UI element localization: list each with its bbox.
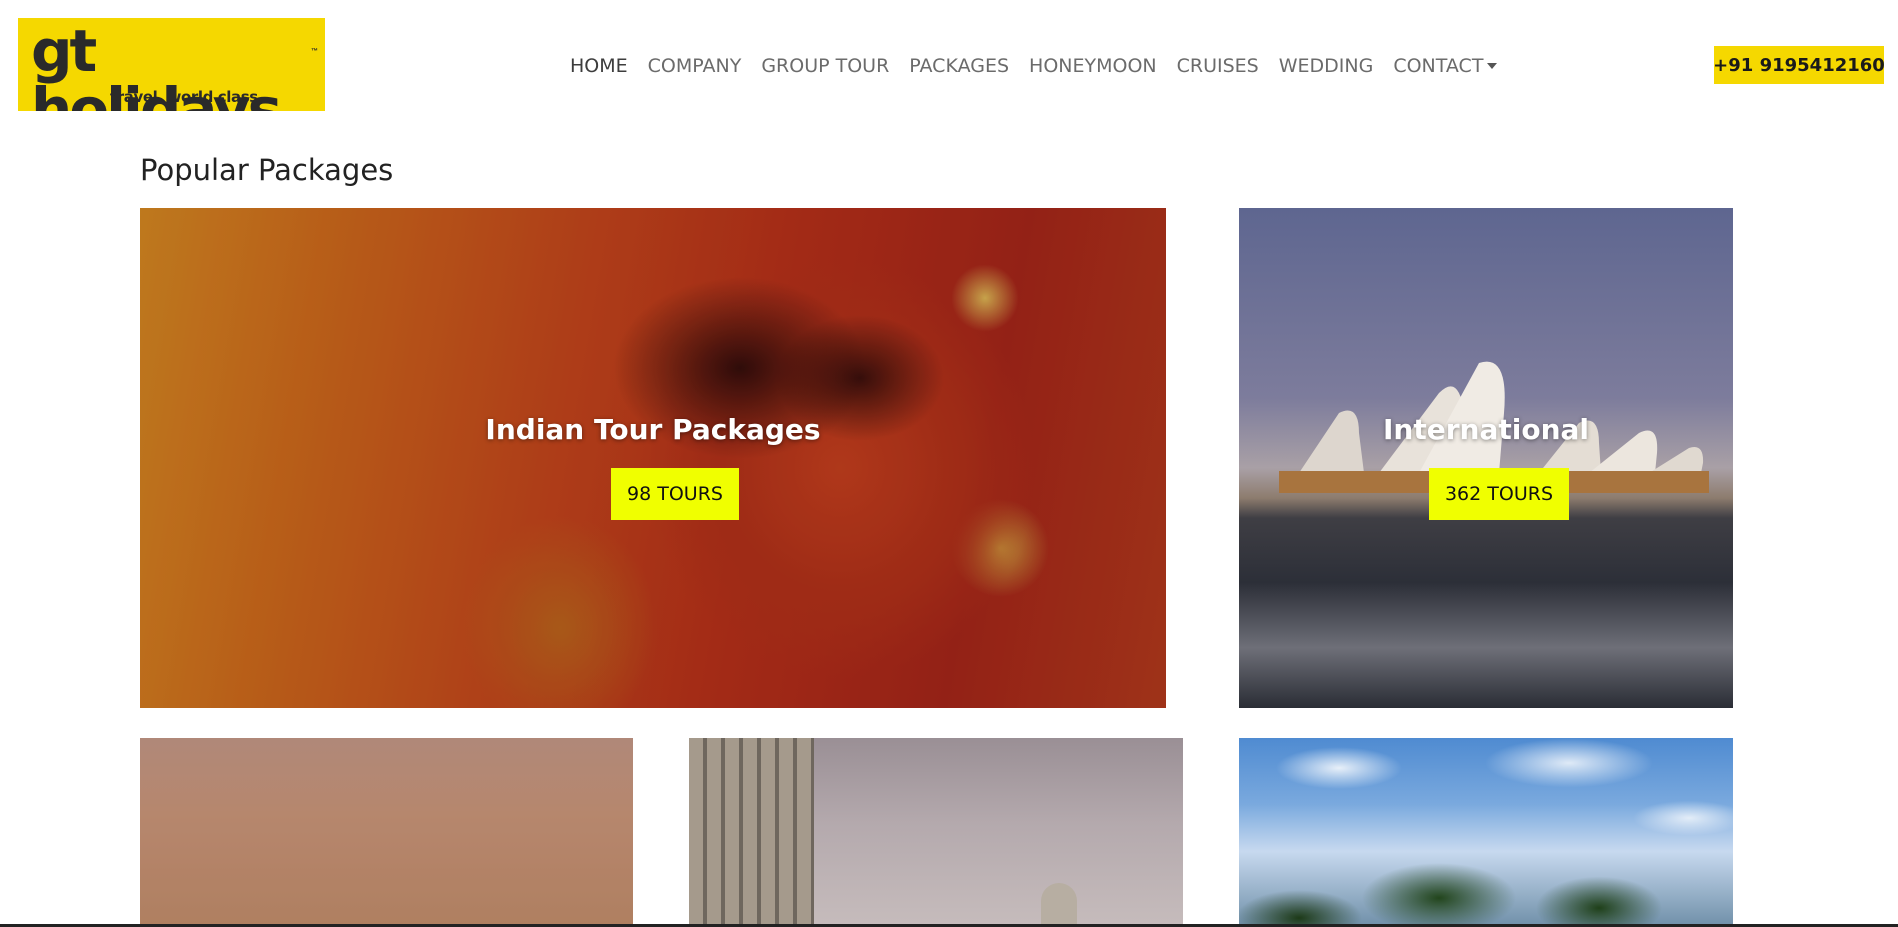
phone-number-button[interactable]: +91 9195412160 — [1713, 46, 1885, 84]
palm-trees-blue-sky-photo — [1239, 738, 1733, 848]
nav-contact-dropdown[interactable]: CONTACT — [1383, 55, 1507, 77]
package-card-beach[interactable] — [1239, 738, 1733, 927]
logo-trademark: ™ — [311, 48, 318, 55]
nav-honeymoon[interactable]: HONEYMOON — [1019, 55, 1167, 77]
nav-packages[interactable]: PACKAGES — [899, 55, 1019, 77]
palm-trees-shape — [1239, 838, 1733, 927]
sunset-sky-photo — [140, 738, 633, 927]
package-card-international[interactable]: International 362 TOURS — [1239, 208, 1733, 708]
brand-logo[interactable]: gt holidays ™ travel, world class — [18, 18, 325, 111]
site-header: gt holidays ™ travel, world class HOME C… — [0, 0, 1898, 125]
package-title: International — [1382, 413, 1589, 446]
package-card-indian[interactable]: Indian Tour Packages 98 TOURS — [140, 208, 1166, 708]
kathakali-dancer-face-photo — [140, 208, 1166, 708]
chevron-down-icon — [1487, 63, 1498, 69]
dome-shape — [1041, 883, 1077, 927]
logo-tagline: travel, world class — [110, 88, 258, 106]
nav-company[interactable]: COMPANY — [638, 55, 752, 77]
nav-home[interactable]: HOME — [560, 55, 638, 77]
tours-count-button[interactable]: 98 TOURS — [611, 468, 739, 520]
city-building-dome-photo — [689, 738, 814, 927]
package-card-city[interactable] — [689, 738, 1183, 927]
nav-contact-label: CONTACT — [1393, 55, 1484, 77]
tours-count-button[interactable]: 362 TOURS — [1429, 468, 1569, 520]
nav-cruises[interactable]: CRUISES — [1167, 55, 1269, 77]
main-navigation: HOME COMPANY GROUP TOUR PACKAGES HONEYMO… — [560, 50, 1507, 82]
package-title: Indian Tour Packages — [485, 413, 821, 446]
nav-wedding[interactable]: WEDDING — [1269, 55, 1384, 77]
section-title: Popular Packages — [140, 153, 394, 187]
nav-group-tour[interactable]: GROUP TOUR — [751, 55, 899, 77]
package-card-sunset[interactable] — [140, 738, 633, 927]
